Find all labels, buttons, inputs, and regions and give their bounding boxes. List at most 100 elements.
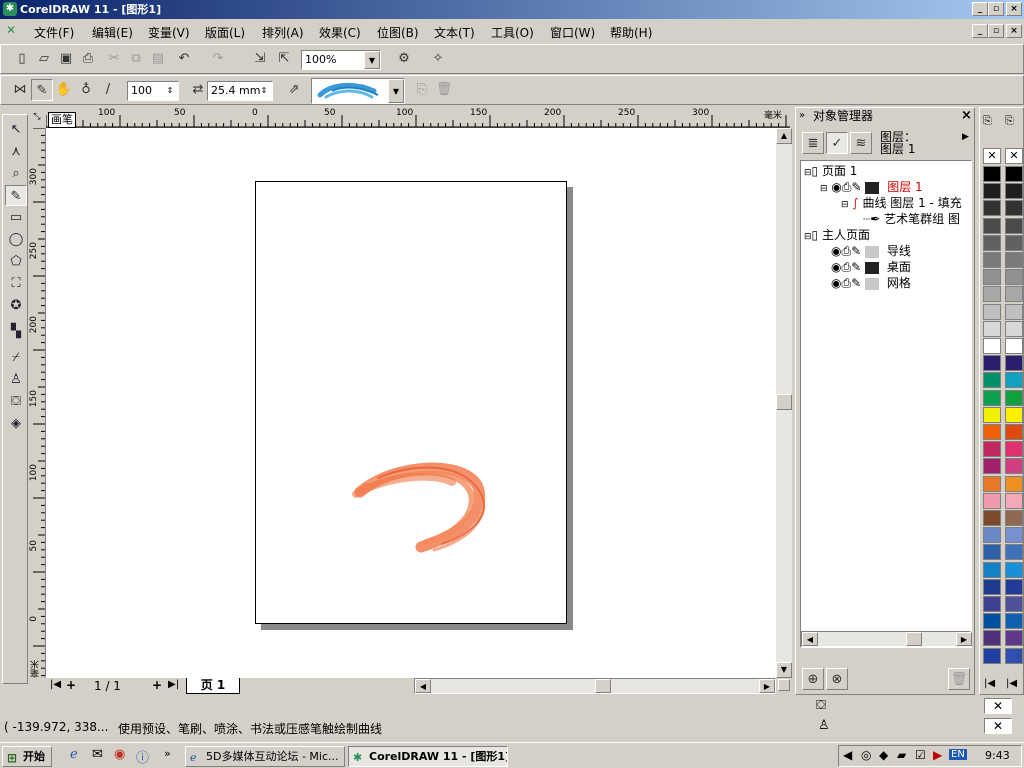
scroll-right-icon[interactable]: ▶ [759,679,775,693]
paste-icon[interactable]: ▤ [147,48,169,70]
browse-brush-icon[interactable]: ⇗ [283,79,305,101]
open-icon[interactable]: ▱ [33,48,55,70]
eye-icon[interactable]: ◉ [831,180,841,194]
artistic-brush-stroke[interactable] [256,182,568,625]
menu-view[interactable]: 变量(V) [148,24,190,41]
flyout-arrow-icon[interactable]: ▶ [962,132,969,142]
no-color-swatch[interactable]: ✕ [983,148,1001,164]
color-swatch[interactable] [1005,320,1023,337]
undo-icon[interactable]: ↶ [173,48,195,70]
color-swatch[interactable] [1005,613,1023,630]
drawing-page[interactable] [255,181,567,624]
stroke-width-input[interactable]: 25.4 mm ⇕ [207,81,273,101]
color-swatch[interactable] [983,492,1001,509]
color-swatch[interactable] [1005,269,1023,286]
export-icon[interactable]: ⇱ [273,48,295,70]
menu-effects[interactable]: 效果(C) [319,24,361,41]
outline-tool-icon[interactable]: ♙ [5,369,27,390]
zoom-tool-icon[interactable]: ⌕ [5,163,27,184]
doc-restore-button[interactable]: ▫ [988,24,1004,38]
printer-icon[interactable]: ⎙ [841,276,851,290]
doc-minimize-button[interactable]: _ [972,24,988,38]
text-tool-icon[interactable]: ✪ [5,295,27,316]
color-swatch[interactable] [983,441,1001,458]
zoom-dropdown-icon[interactable]: ▼ [364,51,380,69]
color-swatch[interactable] [983,458,1001,475]
palette-menu-icon-right[interactable]: ⎘ [1005,114,1021,132]
palette-menu-icon-left[interactable]: ⎘ [983,114,999,132]
color-swatch[interactable] [1005,544,1023,561]
media-quicklaunch-icon[interactable]: ◉ [114,747,125,762]
docker-collapse-icon[interactable]: » [799,107,805,125]
color-swatch[interactable] [983,527,1001,544]
sprayer-mode-icon[interactable]: ✋ [53,79,75,101]
minimize-button[interactable]: _ [972,2,988,16]
delete-brush-icon[interactable]: 🗑 [433,79,455,101]
document-icon[interactable]: ✕ [6,23,22,39]
color-swatch[interactable] [983,406,1001,423]
edit-across-layers-icon[interactable]: ✓ [826,132,848,154]
new-layer-icon[interactable]: ⊕ [802,668,824,690]
color-swatch[interactable] [1005,458,1023,475]
color-swatch[interactable] [983,544,1001,561]
close-button[interactable]: × [1006,2,1022,16]
smoothness-input[interactable]: 100 ⇕ [127,81,179,101]
width-spinner-icon[interactable]: ⇕ [256,82,272,100]
preset-mode-icon[interactable]: ⋈ [9,79,31,101]
first-page-icon[interactable]: |◀ [50,679,61,690]
color-swatch[interactable] [983,630,1001,647]
horizontal-scrollbar[interactable]: ◀ ▶ [414,678,776,694]
vertical-scrollbar[interactable]: ▲ ▼ [776,128,792,678]
color-swatch[interactable] [1005,286,1023,303]
color-swatch[interactable] [1005,217,1023,234]
outline-indicator-icon[interactable]: ♙ [818,718,830,733]
tree-hscrollbar[interactable]: ◀ ▶ [801,631,972,647]
smoothness-slider-icon[interactable]: ⇕ [162,82,178,100]
outline-none-swatch[interactable]: ✕ [984,718,1012,734]
layer-color-swatch[interactable] [864,277,879,290]
copy-icon[interactable]: ⧉ [125,48,147,70]
info-quicklaunch-icon[interactable]: ⓘ [136,747,149,766]
color-swatch[interactable] [983,320,1001,337]
eye-icon[interactable]: ◉ [831,260,841,274]
brush-stroke-list[interactable]: ▼ [311,78,405,104]
layer-color-swatch[interactable] [864,261,879,274]
color-swatch[interactable] [1005,406,1023,423]
coreldraw-app-icon[interactable]: ✱ [3,2,17,16]
tree-item-layer-1[interactable]: ⊟ ◉⎙✎ 图层 1 [820,178,923,195]
menu-edit[interactable]: 编辑(E) [92,24,133,41]
menu-arrange[interactable]: 排列(A) [262,24,304,41]
basic-shapes-tool-icon[interactable]: ⛶ [5,273,27,294]
tree-item-desktop[interactable]: ◉⎙✎ 桌面 [831,258,911,275]
brush-dropdown-icon[interactable]: ▼ [388,79,404,103]
color-swatch[interactable] [1005,372,1023,389]
color-swatch[interactable] [1005,424,1023,440]
color-swatch[interactable] [1005,647,1023,664]
start-button[interactable]: ⊞ 开始 [2,746,52,767]
shape-tool-icon[interactable]: ⋏ [5,141,27,162]
menu-tools[interactable]: 工具(O) [491,24,534,41]
eye-icon[interactable]: ◉ [831,244,841,258]
tree-item-guides[interactable]: ◉⎙✎ 导线 [831,242,911,259]
tree-scroll-right-icon[interactable]: ▶ [956,632,972,646]
color-swatch[interactable] [983,561,1001,578]
palette-scroll-down-icon-right[interactable]: |◀ [1006,678,1017,689]
eye-icon[interactable]: ◉ [831,276,841,290]
color-swatch[interactable] [983,475,1001,492]
docker-close-icon[interactable]: × [961,107,972,125]
color-swatch[interactable] [983,269,1001,286]
color-swatch[interactable] [983,338,1001,354]
tree-scroll-thumb[interactable] [906,632,922,646]
menu-window[interactable]: 窗口(W) [550,24,595,41]
polygon-tool-icon[interactable]: ⬠ [5,251,27,272]
color-swatch[interactable] [983,234,1001,251]
color-swatch[interactable] [1005,578,1023,595]
fill-tool-icon[interactable]: ⛋ [5,391,27,412]
layer-color-swatch[interactable] [864,245,879,258]
color-swatch[interactable] [1005,355,1023,372]
color-swatch[interactable] [1005,441,1023,458]
color-swatch[interactable] [1005,561,1023,578]
menu-file[interactable]: 文件(F) [34,24,74,41]
interactive-fill-tool-icon[interactable]: ◈ [5,413,27,434]
color-swatch[interactable] [983,578,1001,595]
